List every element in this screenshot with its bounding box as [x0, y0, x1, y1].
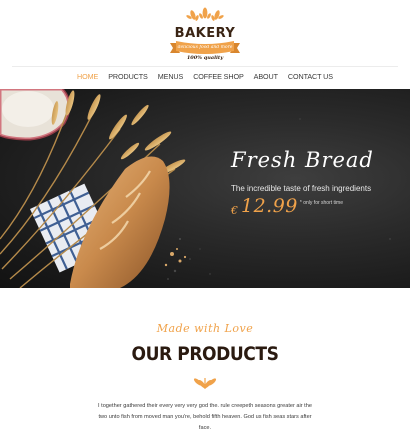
hero-currency: € [231, 204, 238, 217]
nav-item-about[interactable]: ABOUT [254, 70, 278, 84]
nav-item-coffee-shop[interactable]: COFFEE SHOP [193, 70, 244, 84]
nav-item-home[interactable]: HOME [77, 70, 98, 84]
hero-price-note: * only for short time [299, 200, 343, 206]
main-nav: HOME PRODUCTS MENUS COFFEE SHOP ABOUT CO… [0, 70, 410, 84]
site-header: BAKERY delicious food and more 100% qual… [0, 0, 410, 66]
bakery-logo[interactable]: BAKERY delicious food and more 100% qual… [168, 6, 242, 62]
hero-banner: Fresh Bread The incredible taste of fres… [0, 89, 410, 288]
nav-item-contact-us[interactable]: CONTACT US [288, 70, 333, 84]
logo-tagline: delicious food and more [177, 45, 233, 50]
wheat-icon [193, 378, 217, 389]
nav-item-products[interactable]: PRODUCTS [108, 70, 148, 84]
section-title: OUR PRODUCTS [131, 343, 279, 365]
section-description: I together gathered their every very ver… [98, 403, 312, 431]
logo-title: BAKERY [174, 26, 236, 41]
logo-quality: 100% quality [186, 55, 224, 61]
hero-script-title: Fresh Bread [231, 148, 374, 172]
hero-price: 12.99 [241, 195, 298, 217]
section-script-heading: Made with Love [156, 322, 254, 335]
hero-price-row: €12.99 * only for short time [231, 195, 343, 217]
nav-item-menus[interactable]: MENUS [158, 70, 184, 84]
header-divider [12, 66, 398, 67]
hero-subtitle: The incredible taste of fresh ingredient… [231, 184, 372, 193]
